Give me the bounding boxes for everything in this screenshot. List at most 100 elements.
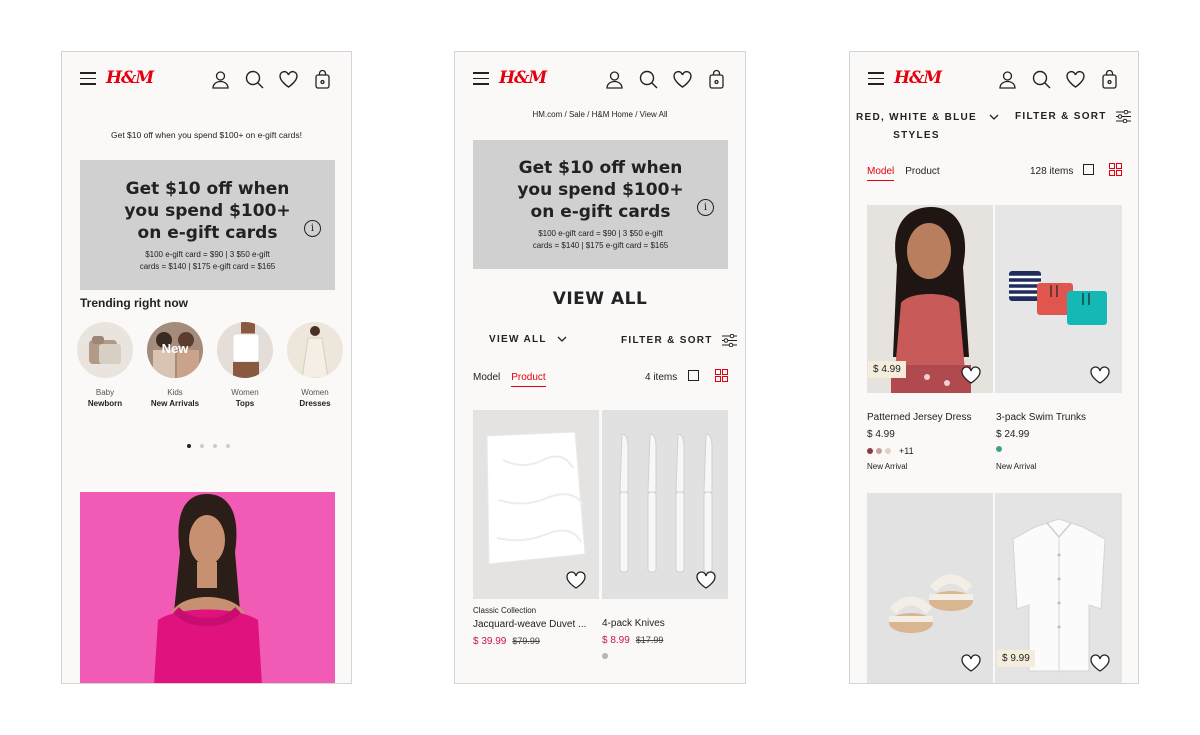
single-view-icon[interactable]	[688, 370, 699, 381]
product-card-jersey-dress[interactable]: $ 4.99	[867, 205, 993, 393]
new-arrival-marker: New Arrival	[867, 462, 908, 471]
product-name[interactable]: 3-pack Swim Trunks	[996, 412, 1086, 423]
more-colors-count[interactable]: +11	[899, 446, 914, 456]
menu-icon[interactable]	[868, 72, 884, 85]
trending-label-title: Newborn	[87, 399, 123, 408]
header: H&M	[62, 52, 351, 108]
trending-carousel[interactable]: Baby Newborn New Kids New Arrivals Women…	[77, 322, 343, 408]
breadcrumb-item[interactable]: Sale	[569, 110, 585, 119]
menu-icon[interactable]	[80, 72, 96, 85]
chevron-down-icon	[989, 114, 999, 120]
trending-label-title: Dresses	[299, 399, 331, 408]
carousel-dot[interactable]	[226, 444, 230, 448]
product-card-shirt[interactable]: $ 9.99	[995, 493, 1122, 683]
hm-logo[interactable]: H&M	[894, 68, 942, 88]
product-name[interactable]: 4-pack Knives	[602, 618, 665, 629]
color-swatches: +11	[867, 446, 914, 456]
favorite-heart-icon[interactable]	[1090, 654, 1110, 672]
carousel-dot[interactable]	[213, 444, 217, 448]
trending-item-women-dresses[interactable]: Women Dresses	[287, 322, 343, 408]
carousel-dot[interactable]	[187, 444, 191, 448]
heart-icon[interactable]	[672, 69, 693, 90]
promo-details-line-1: $100 e-gift card = $90 | 3 $50 e-gift	[538, 229, 663, 238]
color-swatch[interactable]	[602, 653, 608, 659]
info-icon[interactable]: i	[304, 220, 321, 237]
category-dropdown[interactable]: RED, WHITE & BLUE STYLES	[856, 109, 999, 145]
hm-logo[interactable]: H&M	[106, 68, 154, 88]
heart-icon[interactable]	[278, 69, 299, 90]
hm-logo[interactable]: H&M	[499, 68, 547, 88]
product-name[interactable]: Patterned Jersey Dress	[867, 412, 972, 423]
account-icon[interactable]	[210, 69, 231, 90]
account-icon[interactable]	[997, 69, 1018, 90]
page-title: VIEW ALL	[552, 289, 648, 309]
trending-label-title: Tops	[235, 399, 255, 408]
trending-item-kids-new-arrivals[interactable]: New Kids New Arrivals	[147, 322, 203, 408]
bag-icon[interactable]	[1099, 69, 1120, 90]
promo-headline-2: you spend $100+	[124, 201, 291, 221]
trending-image	[77, 322, 133, 378]
menu-icon[interactable]	[473, 72, 489, 85]
category-dropdown[interactable]: VIEW ALL	[489, 334, 567, 345]
promo-headline-1: Get $10 off when	[125, 179, 290, 199]
toggle-product[interactable]: Product	[511, 372, 546, 387]
filter-sort-button[interactable]: FILTER & SORT	[621, 334, 737, 347]
grid-view-icon[interactable]	[1109, 163, 1122, 176]
breadcrumb-item[interactable]: View All	[640, 110, 668, 119]
trending-item-women-tops[interactable]: Women Tops	[217, 322, 273, 408]
search-icon[interactable]	[244, 69, 265, 90]
carousel-dot[interactable]	[200, 444, 204, 448]
trending-image	[217, 322, 273, 378]
favorite-heart-icon[interactable]	[1090, 366, 1110, 384]
search-icon[interactable]	[1031, 69, 1052, 90]
category-dropdown-label-1: RED, WHITE & BLUE	[856, 112, 977, 123]
category-dropdown-label: VIEW ALL	[489, 334, 547, 345]
color-swatch[interactable]	[867, 448, 873, 454]
product-card-duvet[interactable]	[473, 410, 599, 599]
search-icon[interactable]	[638, 69, 659, 90]
color-swatch[interactable]	[885, 448, 891, 454]
breadcrumb-item[interactable]: HM.com	[532, 110, 562, 119]
hero-banner-image[interactable]	[80, 492, 335, 683]
original-price: $17.99	[635, 635, 664, 645]
account-icon[interactable]	[604, 69, 625, 90]
product-name[interactable]: Jacquard-weave Duvet ...	[473, 619, 586, 630]
gift-card-promo[interactable]: Get $10 off when you spend $100+ on e-gi…	[473, 140, 728, 269]
heart-icon[interactable]	[1065, 69, 1086, 90]
info-icon[interactable]: i	[697, 199, 714, 216]
new-arrival-marker: New Arrival	[996, 462, 1037, 471]
favorite-heart-icon[interactable]	[961, 654, 981, 672]
promo-headline-3: on e-gift cards	[530, 202, 671, 222]
trending-item-baby-newborn[interactable]: Baby Newborn	[77, 322, 133, 408]
price-badge: $ 4.99	[868, 361, 906, 378]
breadcrumb-item[interactable]: H&M Home	[592, 110, 633, 119]
trending-label-category: Baby	[95, 388, 115, 397]
breadcrumb: HM.com / Sale / H&M Home / View All	[532, 110, 668, 119]
product-card-sandals[interactable]	[867, 493, 993, 683]
promo-headline-1: Get $10 off when	[518, 158, 683, 178]
toggle-model[interactable]: Model	[867, 166, 895, 181]
trending-label-category: Women	[231, 388, 259, 397]
favorite-heart-icon[interactable]	[696, 571, 716, 589]
product-card-knives[interactable]	[602, 410, 728, 599]
product-card-swim-trunks[interactable]	[995, 205, 1122, 393]
original-price: $79.99	[512, 636, 540, 646]
category-dropdown-label-2: STYLES	[893, 130, 940, 141]
favorite-heart-icon[interactable]	[961, 366, 981, 384]
gift-card-promo[interactable]: Get $10 off when you spend $100+ on e-gi…	[80, 160, 335, 290]
color-swatches	[996, 446, 1002, 452]
color-swatch[interactable]	[876, 448, 882, 454]
filter-sort-button[interactable]: FILTER & SORT	[1015, 110, 1131, 123]
model-product-toggle: Model Product	[473, 372, 546, 387]
bag-icon[interactable]	[312, 69, 333, 90]
toggle-product[interactable]: Product	[905, 166, 939, 181]
promo-line[interactable]: Get $10 off when you spend $100+ on e-gi…	[62, 130, 351, 140]
grid-view-icon[interactable]	[715, 369, 728, 382]
header: H&M	[455, 52, 745, 108]
promo-headline-2: you spend $100+	[517, 180, 684, 200]
color-swatch[interactable]	[996, 446, 1002, 452]
favorite-heart-icon[interactable]	[566, 571, 586, 589]
bag-icon[interactable]	[706, 69, 727, 90]
single-view-icon[interactable]	[1083, 164, 1094, 175]
toggle-model[interactable]: Model	[473, 372, 500, 387]
